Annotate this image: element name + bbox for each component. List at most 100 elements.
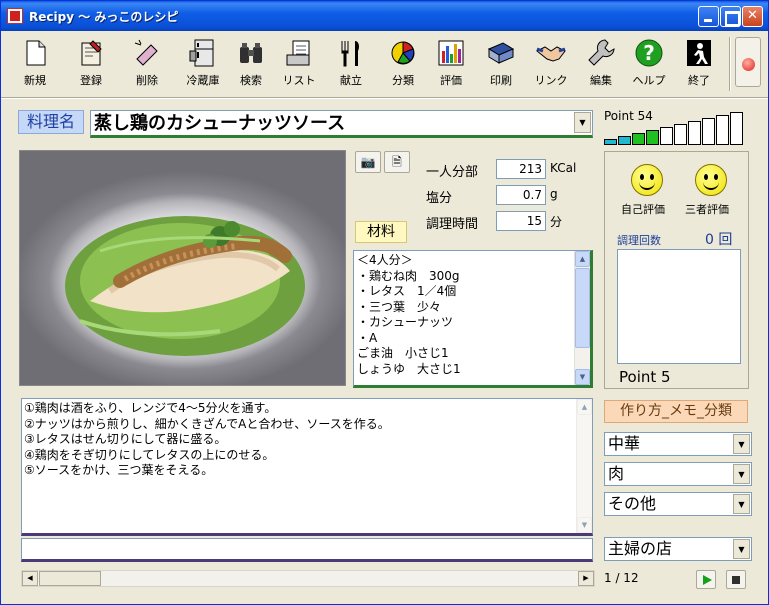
photo-edit-icon: 🗎 bbox=[392, 155, 402, 169]
recipe-name-dropdown-arrow[interactable]: ▼ bbox=[574, 112, 591, 133]
point-bar bbox=[674, 124, 687, 145]
classify-button[interactable]: 分類 bbox=[381, 33, 425, 91]
scroll-left-button[interactable]: ◀ bbox=[22, 571, 38, 586]
point-bar bbox=[716, 115, 729, 145]
misc-category-select[interactable]: その他 ▼ bbox=[604, 492, 752, 516]
delete-button[interactable]: 削除 bbox=[125, 33, 169, 91]
stop-button[interactable] bbox=[726, 570, 746, 589]
cook-history-list[interactable] bbox=[617, 249, 741, 364]
app-icon[interactable] bbox=[7, 8, 23, 24]
minimize-button[interactable] bbox=[698, 6, 719, 27]
scroll-right-button[interactable]: ▶ bbox=[578, 571, 594, 586]
materials-textarea[interactable]: ＜4人分＞ ・鶏むね肉 300g ・レタス 1／4個 ・三つ葉 少々 ・カシュー… bbox=[353, 250, 593, 388]
scroll-thumb[interactable] bbox=[575, 268, 590, 348]
recipe-name-combo[interactable]: 蒸し鶏のカシューナッツソース ▼ bbox=[90, 110, 593, 138]
cook-count-value: 0 回 bbox=[705, 232, 733, 248]
material-line: ごま油 小さじ1 bbox=[357, 346, 449, 360]
material-line: ・カシューナッツ bbox=[357, 315, 454, 329]
toolbar-divider bbox=[1, 97, 768, 99]
ingredient-type-select[interactable]: 肉 ▼ bbox=[604, 462, 752, 486]
app-window: Recipy 〜 みっこのレシピ ✕ 新規 登録 削除 冷蔵庫 検索 リスト 献… bbox=[0, 0, 769, 605]
point-bar bbox=[632, 133, 645, 145]
dish-illustration bbox=[65, 216, 305, 356]
store-select[interactable]: 主婦の店 ▼ bbox=[604, 537, 752, 561]
self-rating-label: 自己評価 bbox=[621, 203, 665, 216]
instruction-line: ①鶏肉は酒をふり、レンジで4〜5分火を通す。 bbox=[24, 401, 277, 415]
rating-button[interactable]: 評価 bbox=[429, 33, 473, 91]
self-rating-smiley-icon[interactable] bbox=[631, 164, 663, 196]
scroll-up-button[interactable]: ▲ bbox=[575, 251, 590, 267]
delete-icon bbox=[134, 39, 158, 66]
other-rating-label: 三者評価 bbox=[685, 203, 729, 216]
cook-time-label: 調理時間 bbox=[426, 217, 479, 232]
instruction-line: ⑤ソースをかけ、三つ葉をそえる。 bbox=[24, 463, 214, 477]
exit-icon bbox=[687, 40, 711, 66]
salt-field[interactable]: 0.7 bbox=[496, 185, 546, 205]
svg-text:?: ? bbox=[643, 41, 655, 65]
search-button[interactable]: 検索 bbox=[229, 33, 273, 91]
list-icon bbox=[286, 40, 310, 66]
point-bar bbox=[702, 118, 715, 145]
maximize-button[interactable] bbox=[720, 6, 741, 27]
calories-field[interactable]: 213 bbox=[496, 159, 546, 179]
print-button[interactable]: 印刷 bbox=[479, 33, 523, 91]
recipe-scrollbar[interactable]: ◀ ▶ bbox=[21, 570, 595, 587]
point-bar bbox=[604, 139, 617, 145]
help-button[interactable]: ? ヘルプ bbox=[627, 33, 671, 91]
printer-icon bbox=[487, 42, 515, 64]
scroll-down-button[interactable]: ▼ bbox=[577, 517, 592, 533]
title-bar[interactable]: Recipy 〜 みっこのレシピ ✕ bbox=[1, 1, 768, 31]
toolbar: 新規 登録 削除 冷蔵庫 検索 リスト 献立 分類 評価 印刷 リンク 編集 ?… bbox=[5, 33, 764, 93]
instructions-scrollbar[interactable]: ▲ ▼ bbox=[576, 399, 592, 533]
other-rating-smiley-icon[interactable] bbox=[695, 164, 727, 196]
help-icon: ? bbox=[635, 39, 663, 67]
material-line: ・鶏むね肉 300g bbox=[357, 268, 460, 283]
status-indicator bbox=[735, 37, 761, 87]
handshake-icon bbox=[536, 46, 566, 62]
instruction-line: ④鶏肉をそぎ切りにしてレタスの上にのせる。 bbox=[24, 447, 275, 462]
materials-scrollbar[interactable]: ▲ ▼ bbox=[574, 251, 590, 385]
recipe-name-text[interactable]: 蒸し鶏のカシューナッツソース bbox=[94, 112, 345, 136]
cook-time-unit: 分 bbox=[550, 215, 563, 229]
page-indicator: 1 / 12 bbox=[604, 571, 639, 585]
utensils-icon bbox=[341, 41, 359, 67]
link-button[interactable]: リンク bbox=[529, 33, 573, 91]
window-title: Recipy 〜 みっこのレシピ bbox=[29, 10, 179, 24]
point-bar bbox=[646, 130, 659, 145]
scroll-up-button[interactable]: ▲ bbox=[577, 399, 592, 415]
close-button[interactable]: ✕ bbox=[742, 6, 763, 27]
menu-plan-button[interactable]: 献立 bbox=[329, 33, 373, 91]
point-bottom-label: Point 5 bbox=[619, 368, 671, 386]
cook-time-field[interactable]: 15 bbox=[496, 211, 546, 231]
new-button[interactable]: 新規 bbox=[13, 33, 57, 91]
instructions-textarea[interactable]: ①鶏肉は酒をふり、レンジで4〜5分火を通す。 ②ナッツはから煎りし、細かくきざん… bbox=[21, 398, 593, 536]
chevron-down-icon[interactable]: ▼ bbox=[733, 494, 750, 514]
point-bar bbox=[688, 121, 701, 145]
list-button[interactable]: リスト bbox=[277, 33, 321, 91]
point-level-bars bbox=[604, 111, 749, 145]
recipe-photo bbox=[19, 150, 346, 386]
register-icon bbox=[81, 40, 102, 66]
memo-field[interactable] bbox=[21, 538, 593, 562]
binoculars-icon bbox=[240, 43, 262, 63]
register-button[interactable]: 登録 bbox=[69, 33, 113, 91]
new-document-icon bbox=[26, 40, 46, 66]
scroll-thumb[interactable] bbox=[39, 571, 101, 586]
play-button[interactable] bbox=[696, 570, 716, 589]
material-line: しょうゆ 大さじ1 bbox=[357, 361, 461, 376]
bar-chart-icon bbox=[438, 40, 464, 66]
chevron-down-icon[interactable]: ▼ bbox=[733, 464, 750, 484]
edit-button[interactable]: 編集 bbox=[579, 33, 623, 91]
cuisine-select[interactable]: 中華 ▼ bbox=[604, 432, 752, 456]
salt-label: 塩分 bbox=[426, 191, 453, 206]
chevron-down-icon[interactable]: ▼ bbox=[733, 539, 750, 559]
scroll-down-button[interactable]: ▼ bbox=[575, 369, 590, 385]
exit-button[interactable]: 終了 bbox=[677, 33, 721, 91]
photo-edit-button[interactable]: 🗎 bbox=[384, 151, 410, 173]
point-bar bbox=[618, 136, 631, 145]
chevron-down-icon[interactable]: ▼ bbox=[733, 434, 750, 454]
rating-panel: 自己評価 三者評価 調理回数 0 回 Point 5 bbox=[604, 151, 749, 389]
refrigerator-button[interactable]: 冷蔵庫 bbox=[181, 33, 225, 91]
camera-button[interactable]: 📷 bbox=[355, 151, 381, 173]
material-line: ・三つ葉 少々 bbox=[357, 299, 442, 314]
